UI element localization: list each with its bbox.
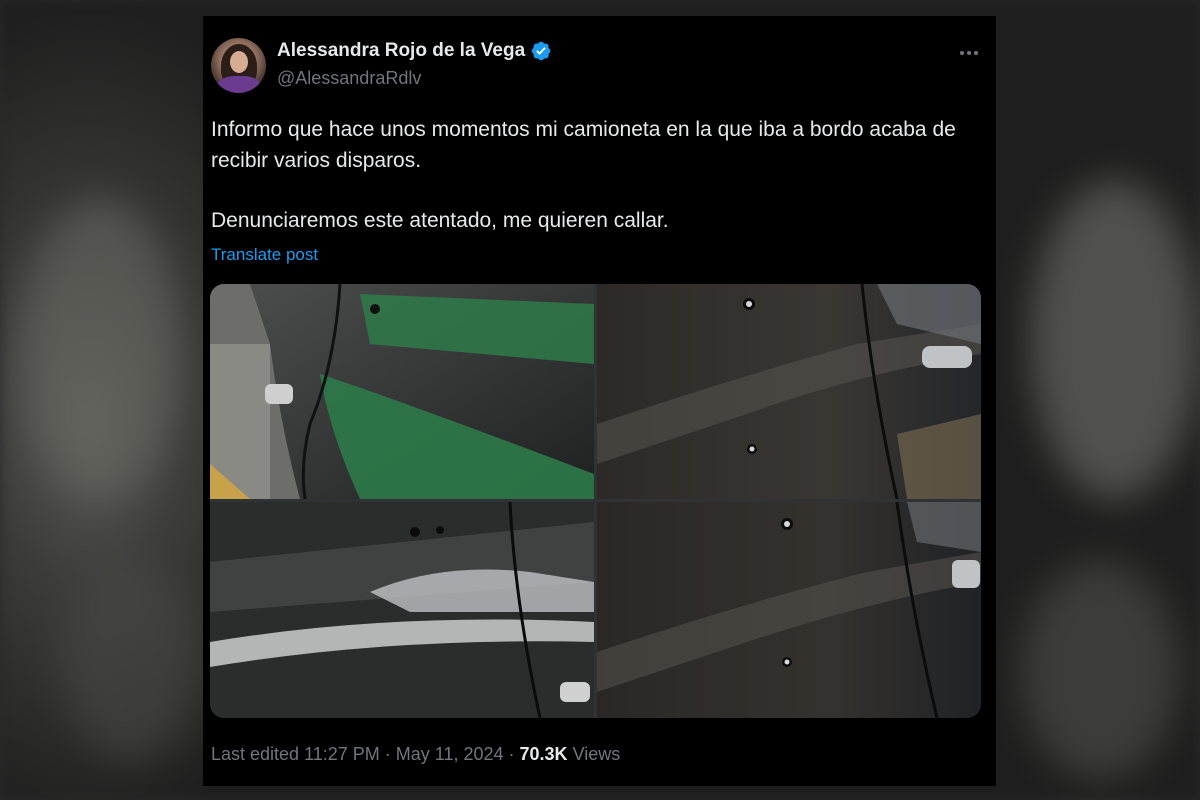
author-block: Alessandra Rojo de la Vega @AlessandraRd… xyxy=(277,40,552,89)
author-handle[interactable]: @AlessandraRdlv xyxy=(277,68,552,89)
photo-2[interactable] xyxy=(597,284,981,499)
photo-4[interactable] xyxy=(597,502,981,718)
post-card: Alessandra Rojo de la Vega @AlessandraRd… xyxy=(203,16,996,786)
media-grid xyxy=(210,284,981,718)
more-options-icon[interactable] xyxy=(957,41,981,65)
views-count: 70.3K xyxy=(519,744,568,764)
post-text-paragraph-1: Informo que hace unos momentos mi camion… xyxy=(211,118,956,172)
name-row: Alessandra Rojo de la Vega xyxy=(277,40,552,62)
post-text-paragraph-2: Denunciaremos este atentado, me quieren … xyxy=(211,209,669,232)
translate-post-link[interactable]: Translate post xyxy=(211,245,318,265)
post-text: Informo que hace unos momentos mi camion… xyxy=(211,114,981,236)
photo-3[interactable] xyxy=(210,502,594,718)
author-name[interactable]: Alessandra Rojo de la Vega xyxy=(277,40,525,62)
verified-badge-icon xyxy=(531,41,551,61)
views-label: Views xyxy=(567,744,621,764)
edited-timestamp[interactable]: Last edited 11:27 PM · May 11, 2024 · xyxy=(211,744,520,764)
photo-1[interactable] xyxy=(210,284,594,499)
avatar[interactable] xyxy=(211,38,266,93)
post-meta: Last edited 11:27 PM · May 11, 2024 · 70… xyxy=(211,744,620,765)
